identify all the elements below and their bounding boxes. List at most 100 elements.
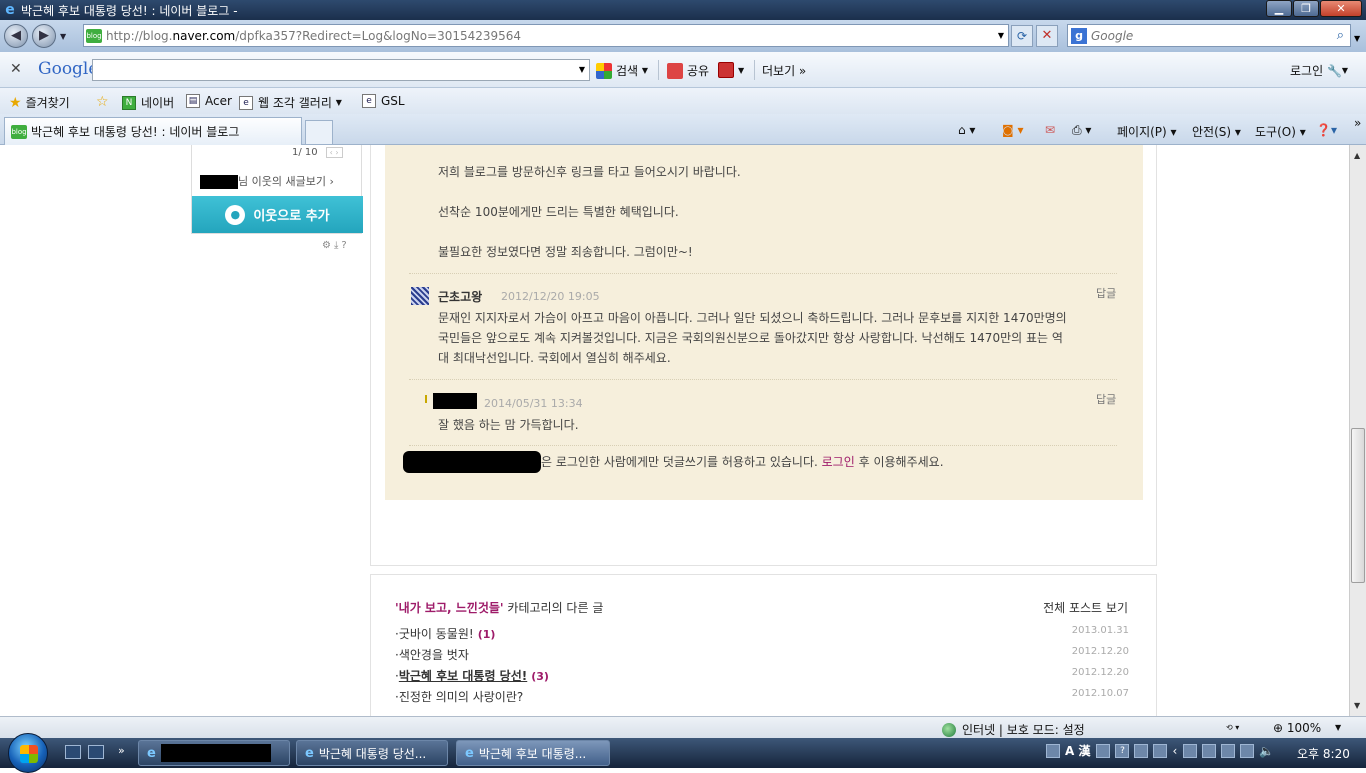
- commenter-avatar[interactable]: [411, 287, 429, 305]
- close-button[interactable]: ✕: [1320, 0, 1362, 17]
- toolbar-overflow-icon[interactable]: »: [1354, 116, 1361, 130]
- zoom-level[interactable]: ⊕ 100%: [1273, 721, 1321, 735]
- back-button[interactable]: ◀: [4, 24, 28, 48]
- ie-icon: e: [465, 745, 474, 761]
- favorite-item-web-slice-gallery[interactable]: e웹 조각 갤러리 ▼: [239, 94, 342, 111]
- protected-mode-icon[interactable]: ⟲ ▾: [1226, 723, 1239, 732]
- wrench-icon[interactable]: 🔧: [1327, 64, 1342, 78]
- reply-button[interactable]: 답글: [1096, 391, 1116, 407]
- show-desktop-icon[interactable]: [65, 745, 81, 759]
- print-icon[interactable]: ⎙ ▾: [1072, 123, 1091, 138]
- security-zone[interactable]: 인터넷 | 보호 모드: 설정: [942, 721, 1085, 738]
- taskbar-item-redacted[interactable]: e: [138, 740, 290, 766]
- favorite-item-acer[interactable]: ▤ Acer: [186, 94, 232, 108]
- list-item[interactable]: ·색안경을 벗자 2012.12.20: [395, 646, 1129, 663]
- scroll-down-icon[interactable]: ▼: [1354, 701, 1360, 710]
- tray-app-icon[interactable]: [1046, 743, 1060, 758]
- favorite-item-naver[interactable]: N 네이버: [122, 94, 174, 111]
- login-link[interactable]: 로그인: [822, 455, 855, 469]
- neighbor-widget: 1/ 10 ‹ › 님 이웃의 새글보기 › ● 이웃으로 추가: [191, 145, 363, 234]
- mail-icon[interactable]: ✉: [1045, 123, 1055, 137]
- help-icon[interactable]: ?: [1115, 743, 1130, 758]
- tray-app-icon[interactable]: [1134, 743, 1149, 758]
- volume-icon[interactable]: 🔈: [1259, 744, 1274, 758]
- scroll-up-icon[interactable]: ▲: [1354, 151, 1360, 160]
- history-dropdown-icon[interactable]: ▼: [60, 32, 66, 41]
- related-posts-title: '내가 보고, 느낀것들' 카테고리의 다른 글: [395, 601, 604, 615]
- tray-app-icon[interactable]: [1096, 743, 1111, 758]
- favorites-button[interactable]: ★ 즐겨찾기: [9, 94, 70, 111]
- toolbar-close-icon[interactable]: ✕: [10, 61, 22, 77]
- add-favorite-button[interactable]: ☆: [96, 94, 109, 110]
- widget-tool-icons[interactable]: ⚙⤓?: [322, 240, 350, 251]
- taskbar-clock[interactable]: 오후 8:20: [1297, 745, 1350, 762]
- stop-button[interactable]: ✕: [1036, 25, 1058, 47]
- page-menu[interactable]: 페이지(P) ▾: [1117, 123, 1177, 140]
- address-bar[interactable]: blog http://blog.naver.com/dpfka357?Redi…: [83, 24, 1009, 47]
- more-button[interactable]: 더보기 »: [762, 62, 806, 79]
- page-icon: ▤: [186, 94, 200, 108]
- redacted-name: [433, 393, 477, 409]
- new-posts-link[interactable]: 님 이웃의 새글보기 ›: [200, 173, 334, 189]
- help-icon[interactable]: ❓▾: [1316, 123, 1337, 137]
- add-neighbor-button[interactable]: ● 이웃으로 추가: [192, 196, 363, 233]
- forward-button[interactable]: ▶: [32, 24, 56, 48]
- address-url[interactable]: http://blog.naver.com/dpfka357?Redirect=…: [106, 29, 521, 43]
- redacted-name: [200, 175, 238, 189]
- tray-app-icon[interactable]: [1153, 743, 1168, 758]
- comment-author[interactable]: 근초고왕: [438, 288, 482, 305]
- safety-menu[interactable]: 안전(S) ▾: [1192, 123, 1241, 140]
- home-icon[interactable]: ⌂ ▾: [958, 123, 975, 137]
- list-item[interactable]: ·박근혜 후보 대통령 당선! (3) 2012.12.20: [395, 667, 1129, 684]
- tray-app-icon[interactable]: [1202, 743, 1217, 758]
- comment-divider: [409, 445, 1117, 446]
- refresh-button[interactable]: ⟳: [1011, 25, 1033, 47]
- restore-button[interactable]: ❐: [1293, 0, 1319, 17]
- search-dropdown-icon[interactable]: ▼: [1354, 34, 1360, 43]
- naver-icon: N: [122, 95, 136, 110]
- monitor-icon[interactable]: [1240, 743, 1255, 758]
- switch-windows-icon[interactable]: [88, 745, 104, 759]
- quick-launch-overflow-icon[interactable]: »: [118, 744, 125, 757]
- rss-feed-icon[interactable]: ◙ ▾: [1002, 123, 1023, 137]
- list-item[interactable]: ·진정한 의미의 사랑이란? 2012.10.07: [395, 688, 1129, 705]
- start-button[interactable]: [8, 733, 48, 773]
- tools-menu[interactable]: 도구(O) ▾: [1255, 123, 1306, 140]
- redacted-name: [403, 451, 541, 473]
- ie-page-icon: e: [239, 95, 253, 110]
- comment-text: 선착순 100분에게만 드리는 특별한 혜택입니다.: [438, 205, 679, 219]
- network-icon[interactable]: [1221, 743, 1236, 758]
- google-login-button[interactable]: 로그인 🔧 ▼: [1290, 62, 1348, 79]
- google-search-icon: [596, 62, 612, 79]
- search-icon[interactable]: ⌕: [1337, 28, 1344, 43]
- comment-section: 저희 블로그를 방문하신후 링크를 타고 들어오시기 바랍니다. 선착순 100…: [385, 145, 1143, 500]
- share-button[interactable]: 공유: [667, 62, 709, 79]
- list-item[interactable]: ·굿바이 동물원! (1) 2013.01.31: [395, 625, 1129, 642]
- reply-button[interactable]: 답글: [1096, 285, 1116, 301]
- google-search-input[interactable]: ▼: [92, 59, 590, 81]
- minimize-button[interactable]: ▁: [1266, 0, 1292, 17]
- tray-expand-icon[interactable]: ‹: [1172, 744, 1177, 758]
- tab-current[interactable]: blog 박근혜 후보 대통령 당선! : 네이버 블로그: [4, 117, 302, 145]
- tray-app-icon[interactable]: [1183, 743, 1198, 758]
- zoom-dropdown-icon[interactable]: ▼: [1335, 723, 1341, 732]
- ie-icon: e: [147, 745, 156, 761]
- search-input[interactable]: [1091, 28, 1311, 43]
- favorite-item-gsl[interactable]: e GSL: [362, 94, 405, 108]
- google-search-button[interactable]: 검색 ▼: [596, 62, 648, 79]
- ime-indicator[interactable]: A 漢: [1065, 742, 1090, 759]
- address-dropdown-icon[interactable]: ▼: [998, 31, 1004, 40]
- search-box[interactable]: g ⌕: [1067, 24, 1351, 47]
- translate-button[interactable]: ▼: [718, 62, 744, 78]
- blog-favicon-icon: blog: [86, 28, 102, 43]
- new-tab-button[interactable]: [305, 120, 333, 145]
- comment-date: 2014/05/31 13:34: [484, 397, 583, 410]
- category-link[interactable]: '내가 보고, 느낀것들': [395, 601, 504, 615]
- all-posts-link[interactable]: 전체 포스트 보기: [1043, 599, 1128, 616]
- taskbar-item-1[interactable]: e 박근혜 대통령 당선...: [296, 740, 448, 766]
- taskbar-item-2[interactable]: e 박근혜 후보 대통령...: [456, 740, 610, 766]
- scrollbar-thumb[interactable]: [1351, 428, 1365, 583]
- pager-arrows-icon[interactable]: ‹ ›: [325, 147, 343, 158]
- google-search-dropdown-icon[interactable]: ▼: [579, 65, 585, 74]
- vertical-scrollbar[interactable]: ▲ ▼: [1349, 145, 1366, 716]
